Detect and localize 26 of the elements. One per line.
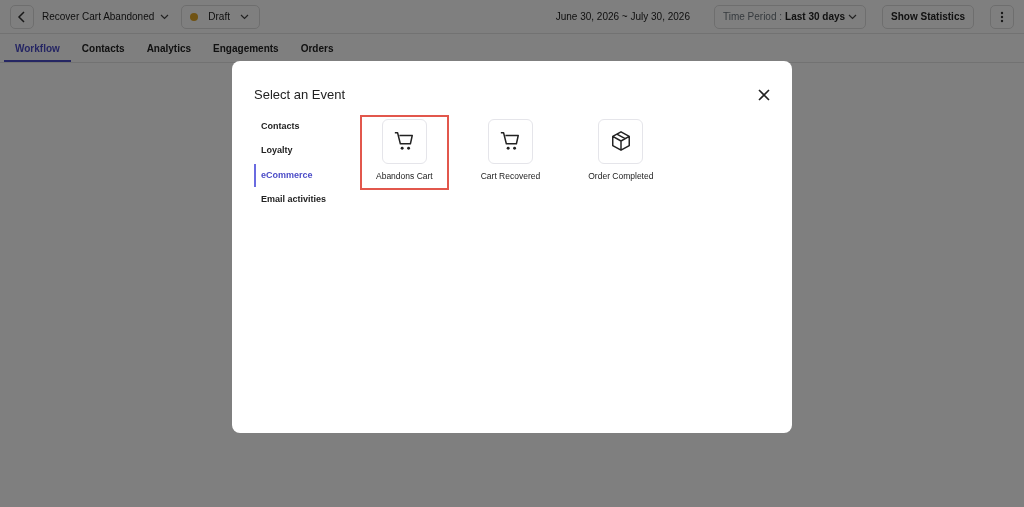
tab[interactable]: Orders [289, 34, 345, 62]
workflow-name-dropdown[interactable]: Recover Cart Abandoned [42, 9, 170, 24]
box-icon [609, 130, 632, 152]
category-item[interactable]: eCommerce [254, 163, 318, 187]
show-statistics-button[interactable]: Show Statistics [882, 4, 974, 29]
chevron-down-icon [239, 13, 249, 20]
more-options-button[interactable] [990, 4, 1014, 29]
more-icon [1000, 10, 1004, 23]
tab[interactable]: Workflow [4, 34, 71, 62]
tab[interactable]: Analytics [135, 34, 203, 62]
status-dropdown[interactable]: Draft [181, 4, 260, 29]
category-item[interactable]: Loyalty [254, 139, 298, 163]
tab[interactable]: Contacts [70, 34, 136, 62]
cart-icon [393, 130, 416, 152]
chevron-down-icon [848, 13, 858, 20]
modal-title: Select an Event [254, 86, 346, 103]
date-range: June 30, 2026 ~ July 30, 2026 [555, 10, 690, 24]
cart-icon [499, 130, 522, 152]
event-option[interactable]: Abandons Cart [360, 114, 449, 191]
back-button[interactable] [10, 4, 34, 29]
category-item[interactable]: Contacts [254, 114, 305, 138]
tab[interactable]: Engagements [202, 34, 290, 62]
chevron-left-icon [17, 10, 27, 23]
chevron-down-icon [160, 13, 170, 20]
time-period-dropdown[interactable]: Time Period : Last 30 days [713, 4, 867, 29]
category-item[interactable]: Email activities [254, 188, 332, 212]
